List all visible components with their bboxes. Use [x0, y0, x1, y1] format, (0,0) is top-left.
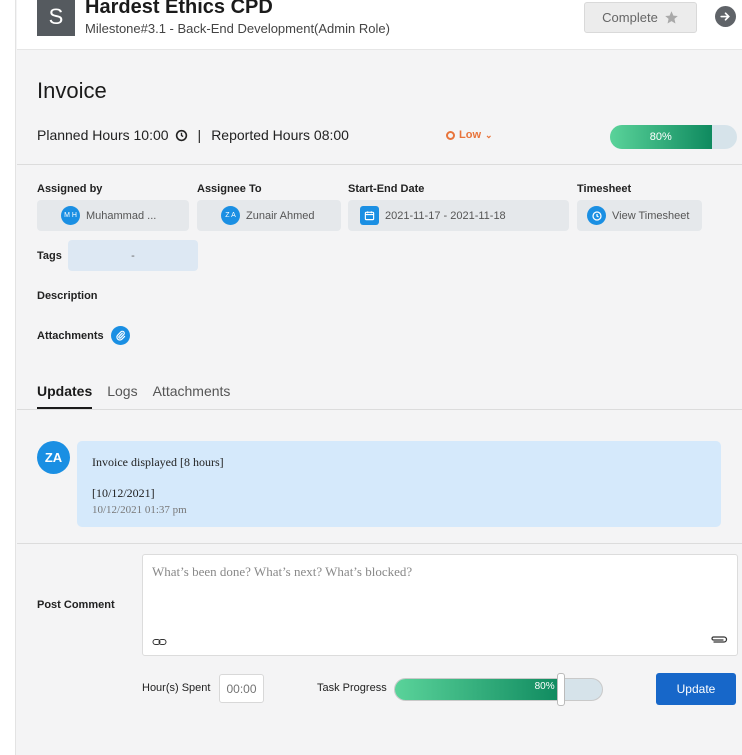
- tags-value: -: [131, 249, 135, 262]
- task-title: Invoice: [37, 78, 107, 103]
- date-label: Start-End Date: [348, 183, 425, 195]
- task-progress-label: Task Progress: [317, 682, 387, 694]
- tags-label: Tags: [37, 250, 62, 262]
- tags-chip[interactable]: -: [68, 240, 198, 271]
- paperclip-icon[interactable]: [709, 633, 728, 648]
- divider: [17, 543, 742, 544]
- task-progress-slider-value: 80%: [534, 681, 555, 692]
- description-label: Description: [37, 290, 98, 302]
- assigned-by-chip[interactable]: M H Muhammad ...: [37, 200, 189, 231]
- tab-logs[interactable]: Logs: [107, 383, 137, 409]
- timesheet-value: View Timesheet: [612, 209, 690, 222]
- slider-handle[interactable]: [557, 673, 566, 706]
- task-progress-slider[interactable]: 80%: [394, 678, 603, 701]
- hours-spent-label: Hour(s) Spent: [142, 682, 211, 694]
- assigned-by-name: Muhammad ...: [86, 209, 157, 222]
- task-progress-label: 80%: [649, 131, 672, 143]
- tab-updates[interactable]: Updates: [37, 383, 93, 409]
- assigned-by-label: Assigned by: [37, 183, 103, 195]
- date-value: 2021-11-17 - 2021-11-18: [385, 209, 506, 222]
- arrow-right-icon[interactable]: [715, 6, 736, 27]
- star-icon: [665, 11, 678, 24]
- view-timesheet-button[interactable]: View Timesheet: [577, 200, 702, 231]
- left-sidebar-strip: [0, 0, 16, 755]
- priority-dot-icon: [446, 130, 455, 140]
- hours-spent-input[interactable]: [219, 674, 264, 703]
- paperclip-icon[interactable]: [111, 326, 130, 345]
- activity-tabs: Updates Logs Attachments: [37, 383, 230, 409]
- link-icon[interactable]: [152, 637, 167, 650]
- post-comment-label: Post Comment: [37, 599, 115, 611]
- priority-label: Low: [459, 129, 481, 141]
- calendar-icon: [360, 206, 379, 225]
- assignee-label: Assignee To: [197, 183, 262, 195]
- assignee-name: Zunair Ahmed: [246, 209, 315, 222]
- avatar: ZA: [37, 441, 70, 474]
- update-button[interactable]: Update: [656, 673, 736, 705]
- chevron-down-icon: ⌄: [485, 129, 493, 140]
- task-progress-slider-fill: 80%: [395, 679, 561, 700]
- divider: [17, 164, 742, 165]
- comment-input[interactable]: [143, 555, 737, 655]
- task-progress-bar: 80%: [610, 125, 737, 149]
- update-date: [10/12/2021]: [92, 486, 155, 500]
- milestone-subtitle: Milestone#3.1 - Back-End Development(Adm…: [85, 21, 390, 36]
- attachments-label: Attachments: [37, 330, 104, 342]
- assignee-chip[interactable]: Z A Zunair Ahmed: [197, 200, 341, 231]
- task-progress-fill: 80%: [610, 125, 712, 149]
- update-message: Invoice displayed [8 hours] [10/12/2021]…: [77, 441, 721, 527]
- complete-button[interactable]: Complete: [584, 2, 697, 33]
- hours-summary: Planned Hours 10:00 | Reported Hours 08:…: [37, 127, 349, 143]
- comment-editor: [142, 554, 738, 656]
- hours-separator: |: [197, 127, 202, 143]
- date-chip[interactable]: 2021-11-17 - 2021-11-18: [348, 200, 569, 231]
- divider: [17, 409, 742, 410]
- reported-hours: Reported Hours 08:00: [211, 127, 349, 143]
- planned-hours: Planned Hours 10:00: [37, 127, 169, 143]
- tab-attachments[interactable]: Attachments: [153, 383, 231, 409]
- update-text: Invoice displayed [8 hours]: [92, 455, 224, 469]
- project-title: Hardest Ethics CPD: [85, 0, 273, 18]
- assignee-avatar: Z A: [221, 206, 240, 225]
- clock-icon: [587, 206, 606, 225]
- complete-button-label: Complete: [602, 10, 658, 25]
- priority-dropdown[interactable]: Low ⌄: [446, 129, 493, 141]
- project-avatar: S: [37, 0, 75, 36]
- update-timestamp: 10/12/2021 01:37 pm: [92, 504, 187, 516]
- clock-icon: [175, 129, 187, 141]
- task-header: S Hardest Ethics CPD Milestone#3.1 - Bac…: [17, 0, 742, 50]
- timesheet-label: Timesheet: [577, 183, 632, 195]
- assigned-by-avatar: M H: [61, 206, 80, 225]
